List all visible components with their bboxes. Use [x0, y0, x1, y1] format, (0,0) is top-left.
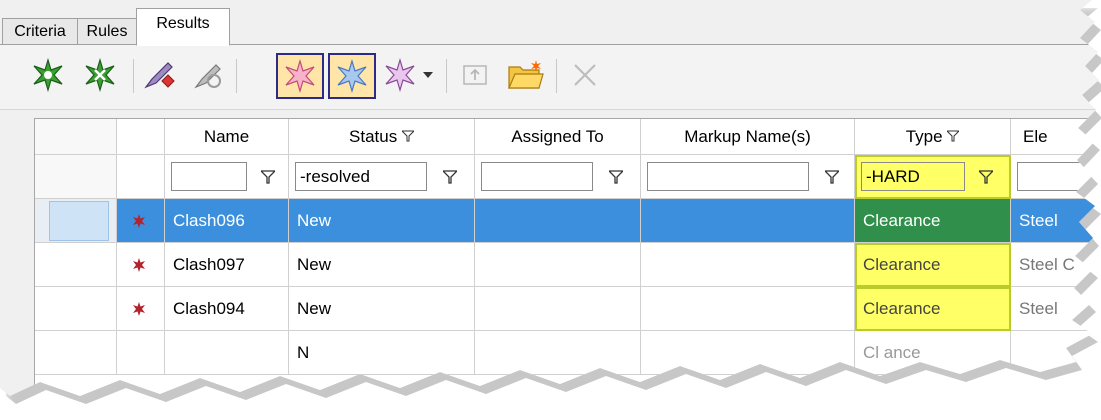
clash-icon [133, 258, 145, 272]
table-cell-status[interactable]: New [289, 287, 475, 331]
clear-group-icon [85, 58, 115, 92]
clear-group-button[interactable] [80, 55, 120, 95]
filter-clash-2-button[interactable] [328, 53, 376, 99]
table-cell-markup[interactable] [641, 199, 855, 243]
column-header-label: Ele [1023, 127, 1048, 146]
delete-button[interactable] [565, 55, 605, 95]
toolbar-separator [236, 59, 237, 93]
table-cell-type[interactable]: Clearance [855, 287, 1011, 331]
filter-funnel-icon[interactable] [261, 170, 275, 184]
tab-criteria[interactable]: Criteria [2, 18, 78, 44]
filter-input-markup-names[interactable] [647, 162, 809, 191]
filter-clash-3-icon [385, 57, 415, 93]
filter-row-header [35, 155, 117, 199]
filter-icon-cell [117, 155, 165, 199]
filter-funnel-icon[interactable] [609, 170, 623, 184]
column-header-markup-names[interactable]: Markup Name(s) [641, 119, 855, 155]
clash-status-cell [117, 287, 165, 331]
table-cell-name[interactable] [165, 331, 289, 375]
clash-status-cell [117, 243, 165, 287]
assign-button[interactable] [455, 55, 495, 95]
clash-status-cell [117, 331, 165, 375]
icon-column-header [117, 119, 165, 155]
table-cell-name[interactable]: Clash094 [165, 287, 289, 331]
table-cell-status[interactable]: New [289, 243, 475, 287]
table-cell-status[interactable]: New [289, 199, 475, 243]
table-cell-assigned-to[interactable] [475, 287, 641, 331]
filter-cell-status: -resolved [289, 155, 475, 199]
filter-input-status[interactable]: -resolved [295, 162, 427, 191]
highlight-all-icon [194, 64, 221, 89]
filter-funnel-icon[interactable] [443, 170, 457, 184]
column-header-label: Markup Name(s) [684, 127, 811, 146]
table-cell-assigned-to[interactable] [475, 199, 641, 243]
column-header-label: Assigned To [511, 127, 604, 146]
new-group-button[interactable] [28, 55, 68, 95]
dropdown-arrow-icon [423, 72, 433, 78]
row-header[interactable] [35, 287, 117, 331]
add-comment-icon [144, 62, 175, 89]
toolbar-separator [446, 59, 447, 93]
table-cell-markup[interactable] [641, 243, 855, 287]
clash-results-panel: Criteria Rules Results Name Status Assig… [0, 0, 1099, 396]
corner-header [35, 119, 117, 155]
tab-strip: Criteria Rules Results [0, 0, 1099, 46]
row-header[interactable] [35, 331, 117, 375]
table-cell-type[interactable]: Clearance [855, 199, 1011, 243]
filter-clash-2-icon [337, 58, 367, 94]
row-header[interactable] [35, 243, 117, 287]
column-header-assigned-to[interactable]: Assigned To [475, 119, 641, 155]
table-cell-markup[interactable] [641, 331, 855, 375]
column-header-name[interactable]: Name [165, 119, 289, 155]
column-header-label: Status [349, 127, 398, 146]
table-cell-name[interactable]: Clash097 [165, 243, 289, 287]
assign-icon [463, 65, 487, 85]
column-header-label: Name [203, 127, 250, 146]
table-cell-assigned-to[interactable] [475, 243, 641, 287]
table-cell-markup[interactable] [641, 287, 855, 331]
export-folder-icon [508, 60, 544, 89]
delete-icon [574, 64, 596, 86]
column-header-status[interactable]: Status [289, 119, 475, 155]
clash-icon [133, 302, 145, 316]
column-header-type[interactable]: Type [855, 119, 1011, 155]
filter-dropdown-button[interactable] [418, 55, 438, 95]
filter-clash-1-button[interactable] [276, 53, 324, 99]
filter-clash-1-icon [285, 58, 315, 94]
filter-input-assigned-to[interactable] [481, 162, 593, 191]
table-cell-status[interactable]: N [289, 331, 475, 375]
filter-active-icon [946, 130, 961, 142]
filter-funnel-icon[interactable] [979, 170, 993, 184]
filter-input-name[interactable] [171, 162, 247, 191]
tab-results[interactable]: Results [136, 8, 230, 46]
new-group-icon [33, 58, 63, 92]
clash-icon [133, 214, 145, 228]
tab-rules[interactable]: Rules [77, 18, 137, 44]
filter-cell-type: -HARD [855, 155, 1011, 199]
export-folder-button[interactable] [505, 55, 545, 95]
toolbar-separator [133, 59, 134, 93]
row-header[interactable] [35, 199, 117, 243]
column-header-label: Type [905, 127, 943, 146]
filter-funnel-icon[interactable] [825, 170, 839, 184]
table-cell-name[interactable]: Clash096 [165, 199, 289, 243]
results-toolbar [0, 45, 1099, 110]
filter-input-type[interactable]: -HARD [861, 162, 965, 191]
table-cell-type[interactable]: Clearance [855, 243, 1011, 287]
row-selector [49, 201, 109, 241]
filter-active-icon [400, 130, 416, 142]
highlight-all-button[interactable] [188, 55, 228, 95]
filter-cell-markup-names [641, 155, 855, 199]
filter-cell-name [165, 155, 289, 199]
filter-cell-assigned-to [475, 155, 641, 199]
add-comment-button[interactable] [140, 55, 180, 95]
table-cell-assigned-to[interactable] [475, 331, 641, 375]
filter-clash-3-button[interactable] [380, 55, 420, 95]
toolbar-separator [556, 59, 557, 93]
clash-status-cell [117, 199, 165, 243]
